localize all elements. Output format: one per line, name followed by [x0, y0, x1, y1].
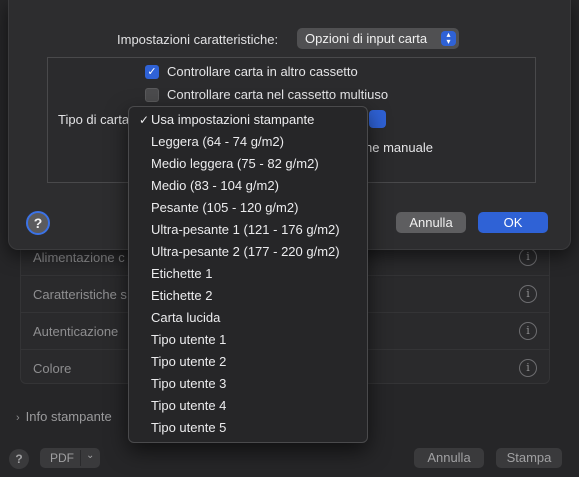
feature-settings-popup[interactable]: Opzioni di input carta ▴ ▾ [297, 28, 459, 49]
menu-item[interactable]: Tipo utente 3 [129, 373, 367, 395]
menu-item[interactable]: Tipo utente 4 [129, 395, 367, 417]
menu-item[interactable]: Tipo utente 5 [129, 417, 367, 439]
print-button[interactable]: Stampa [496, 448, 562, 468]
menu-item[interactable]: Etichette 2 [129, 285, 367, 307]
info-icon[interactable]: i [519, 322, 537, 340]
up-down-chevron-icon: ▴ ▾ [441, 31, 456, 46]
menu-item[interactable]: Pesante (105 - 120 g/m2) [129, 197, 367, 219]
ok-button[interactable]: OK [478, 212, 548, 233]
menu-item-label: Usa impostazioni stampante [151, 112, 315, 127]
check-other-tray-label: Controllare carta in altro cassetto [167, 64, 358, 79]
help-button[interactable]: ? [26, 211, 50, 235]
menu-item-label: Ultra-pesante 2 (177 - 220 g/m2) [151, 244, 340, 259]
feature-settings-value: Opzioni di input carta [305, 31, 428, 46]
menu-item-label: Tipo utente 4 [151, 398, 227, 413]
checkmark-icon[interactable]: ✓ [145, 65, 159, 79]
paper-type-menu: ✓ Usa impostazioni stampante Leggera (64 -… [128, 106, 368, 443]
menu-item[interactable]: Tipo utente 1 [129, 329, 367, 351]
info-icon[interactable]: i [519, 359, 537, 377]
checkmark-icon: ✓ [139, 113, 150, 127]
cancel-button[interactable]: Annulla [396, 212, 466, 233]
menu-item[interactable]: Leggera (64 - 74 g/m2) [129, 131, 367, 153]
feature-settings-row: Impostazioni caratteristiche: Opzioni di… [9, 28, 570, 50]
menu-item-label: Tipo utente 5 [151, 420, 227, 435]
menu-item-label: Tipo utente 2 [151, 354, 227, 369]
menu-item[interactable]: ✓ Usa impostazioni stampante [129, 109, 367, 131]
menu-item-label: Etichette 2 [151, 288, 213, 303]
menu-item-label: Ultra-pesante 1 (121 - 176 g/m2) [151, 222, 340, 237]
menu-item[interactable]: Ultra-pesante 1 (121 - 176 g/m2) [129, 219, 367, 241]
row-label: Caratteristiche s [33, 287, 127, 302]
info-icon[interactable]: i [519, 248, 537, 266]
manual-feed-label: ne manuale [365, 140, 433, 155]
feature-settings-label: Impostazioni caratteristiche: [117, 32, 279, 47]
row-label: Autenticazione [33, 324, 119, 339]
menu-item[interactable]: Etichette 1 [129, 263, 367, 285]
menu-item[interactable]: Medio leggera (75 - 82 g/m2) [129, 153, 367, 175]
menu-item-label: Carta lucida [151, 310, 221, 325]
paper-type-popup-stepper[interactable] [369, 110, 386, 128]
divider [80, 450, 81, 466]
help-button[interactable]: ? [9, 449, 29, 469]
menu-item-label: Medio (83 - 104 g/m2) [151, 178, 279, 193]
menu-item-label: Etichette 1 [151, 266, 213, 281]
menu-item[interactable]: Carta lucida [129, 307, 367, 329]
info-icon[interactable]: i [519, 285, 537, 303]
menu-item-label: Leggera (64 - 74 g/m2) [151, 134, 284, 149]
menu-item-label: Medio leggera (75 - 82 g/m2) [151, 156, 319, 171]
menu-item[interactable]: Medio (83 - 104 g/m2) [129, 175, 367, 197]
chevron-right-icon: › [16, 412, 20, 424]
menu-item[interactable]: Tipo utente 2 [129, 351, 367, 373]
info-stampante-disclosure[interactable]: › Info stampante [16, 409, 112, 424]
row-label: Colore [33, 361, 72, 376]
chevron-down-icon: ⌄ [86, 450, 95, 461]
pdf-menu-button[interactable]: PDF ⌄ [40, 448, 100, 468]
menu-item-label: Tipo utente 1 [151, 332, 227, 347]
cancel-button[interactable]: Annulla [414, 448, 484, 468]
menu-item-label: Pesante (105 - 120 g/m2) [151, 200, 299, 215]
info-stampante-label: Info stampante [25, 409, 112, 424]
checkbox-unchecked[interactable] [145, 88, 159, 102]
paper-type-label: Tipo di carta [58, 112, 130, 127]
menu-item-label: Tipo utente 3 [151, 376, 227, 391]
row-label: Alimentazione c [33, 250, 125, 265]
check-multipurpose-tray-label: Controllare carta nel cassetto multiuso [167, 87, 389, 102]
menu-item[interactable]: Ultra-pesante 2 (177 - 220 g/m2) [129, 241, 367, 263]
pdf-label: PDF [50, 451, 74, 465]
